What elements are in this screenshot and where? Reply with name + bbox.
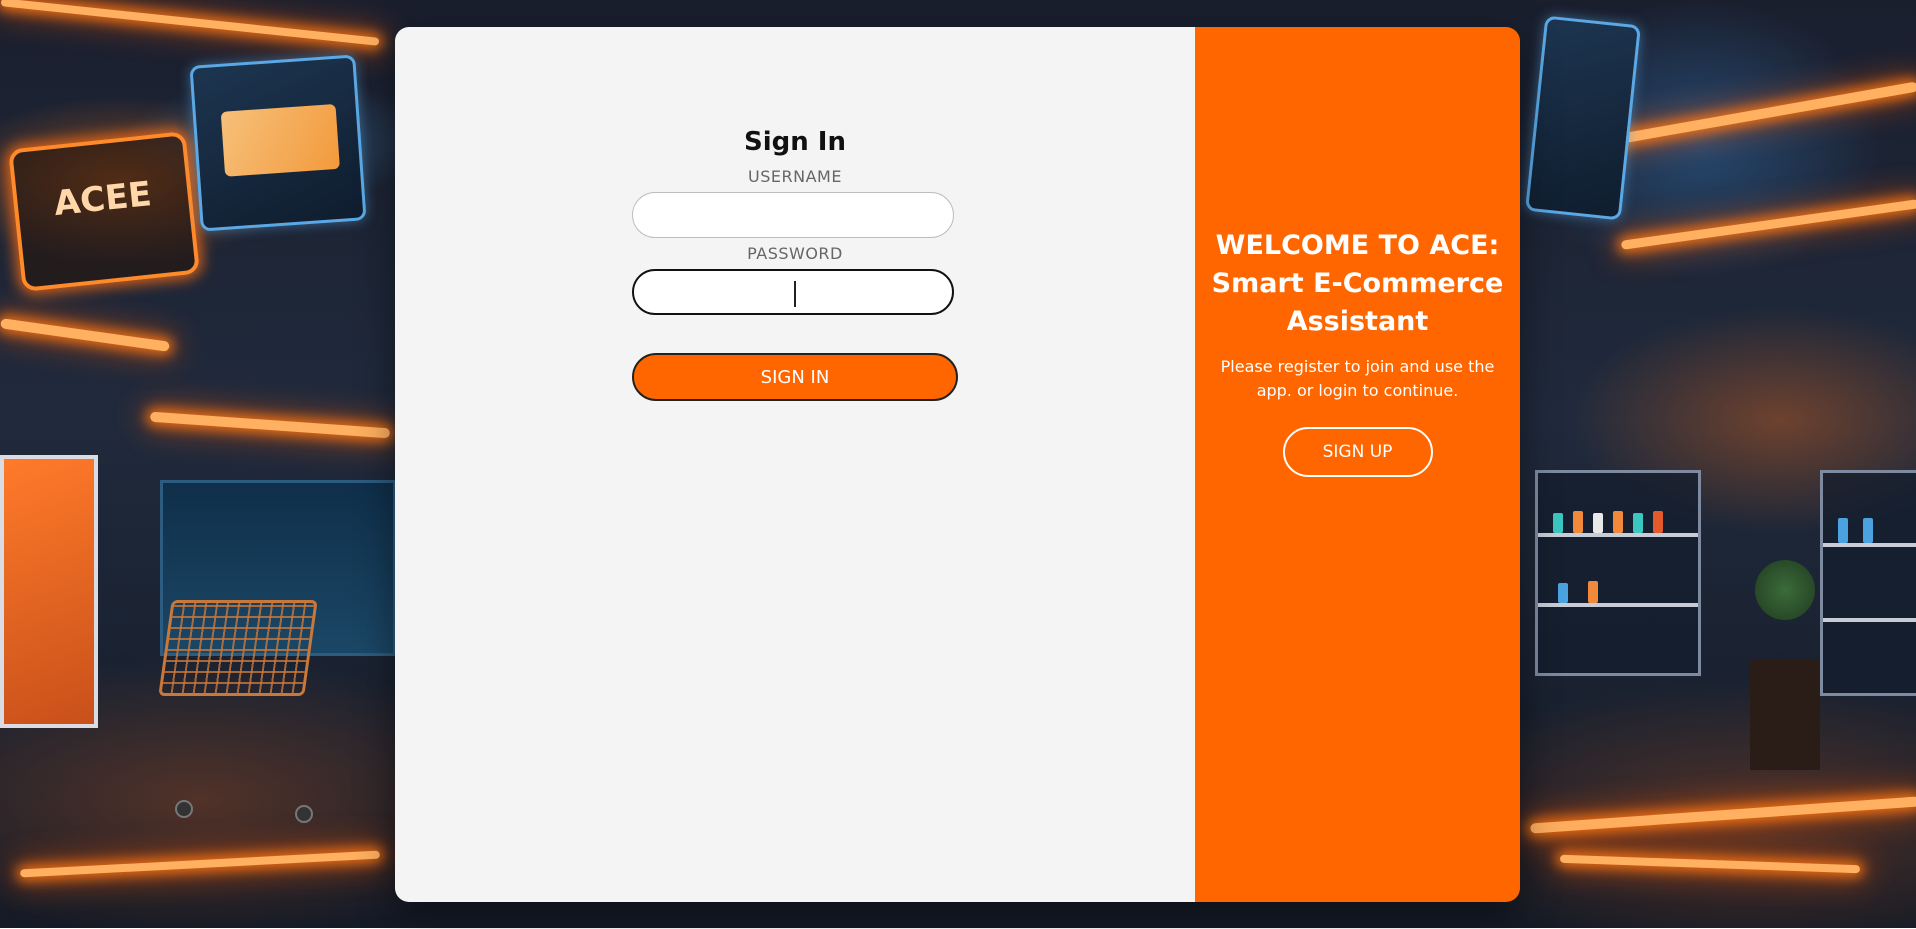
text-caret (794, 281, 796, 307)
shelf-board (1538, 603, 1698, 607)
credit-card-image (220, 103, 340, 177)
product-item (1573, 511, 1583, 533)
password-input[interactable] (632, 269, 954, 315)
neon-light-strip (0, 0, 380, 46)
shelf-board (1538, 533, 1698, 537)
sign-in-title: Sign In (744, 127, 846, 157)
wall-screen (189, 54, 367, 232)
sign-in-form: Sign In USERNAME PASSWORD SIGN IN (632, 97, 958, 401)
sign-in-panel: Sign In USERNAME PASSWORD SIGN IN (395, 27, 1195, 902)
product-item (1863, 518, 1873, 543)
product-item (1653, 511, 1663, 533)
plant-stand (1750, 660, 1820, 770)
username-input[interactable] (632, 192, 954, 238)
cart-wheel (295, 805, 313, 823)
username-label: USERNAME (748, 167, 842, 186)
shelf-board (1823, 618, 1916, 622)
product-item (1613, 511, 1623, 533)
welcome-section: WELCOME TO ACE: Smart E-Commerce Assista… (1195, 227, 1520, 477)
store-sign-text: ACEE (52, 174, 154, 225)
wall-screen (1525, 15, 1641, 221)
neon-light-strip (1620, 199, 1916, 250)
welcome-heading: WELCOME TO ACE: Smart E-Commerce Assista… (1211, 230, 1504, 337)
password-label: PASSWORD (747, 244, 843, 263)
neon-light-strip (1559, 854, 1861, 874)
product-item (1838, 518, 1848, 543)
neon-light-strip (20, 850, 380, 878)
product-item (1553, 513, 1563, 533)
promo-display (0, 455, 98, 728)
product-item (1633, 513, 1643, 533)
product-shelf (1820, 470, 1916, 696)
neon-light-strip (0, 318, 170, 352)
plant-image (1755, 560, 1815, 620)
product-item (1588, 581, 1598, 603)
sign-in-button[interactable]: SIGN IN (632, 353, 958, 401)
product-shelf (1535, 470, 1701, 676)
product-item (1593, 513, 1603, 533)
welcome-message: Please register to join and use the app.… (1220, 357, 1495, 400)
welcome-panel: WELCOME TO ACE: Smart E-Commerce Assista… (1195, 27, 1520, 902)
shelf-board (1823, 543, 1916, 547)
store-sign-logo: ACEE (8, 131, 200, 292)
shopping-cart-image (158, 600, 318, 696)
sign-up-button[interactable]: SIGN UP (1282, 427, 1433, 477)
neon-light-strip (1591, 81, 1916, 149)
neon-light-strip (1530, 796, 1916, 834)
neon-light-strip (149, 411, 391, 439)
cart-wheel (175, 800, 193, 818)
auth-card: Sign In USERNAME PASSWORD SIGN IN WELCOM… (395, 27, 1520, 902)
product-item (1558, 583, 1568, 603)
